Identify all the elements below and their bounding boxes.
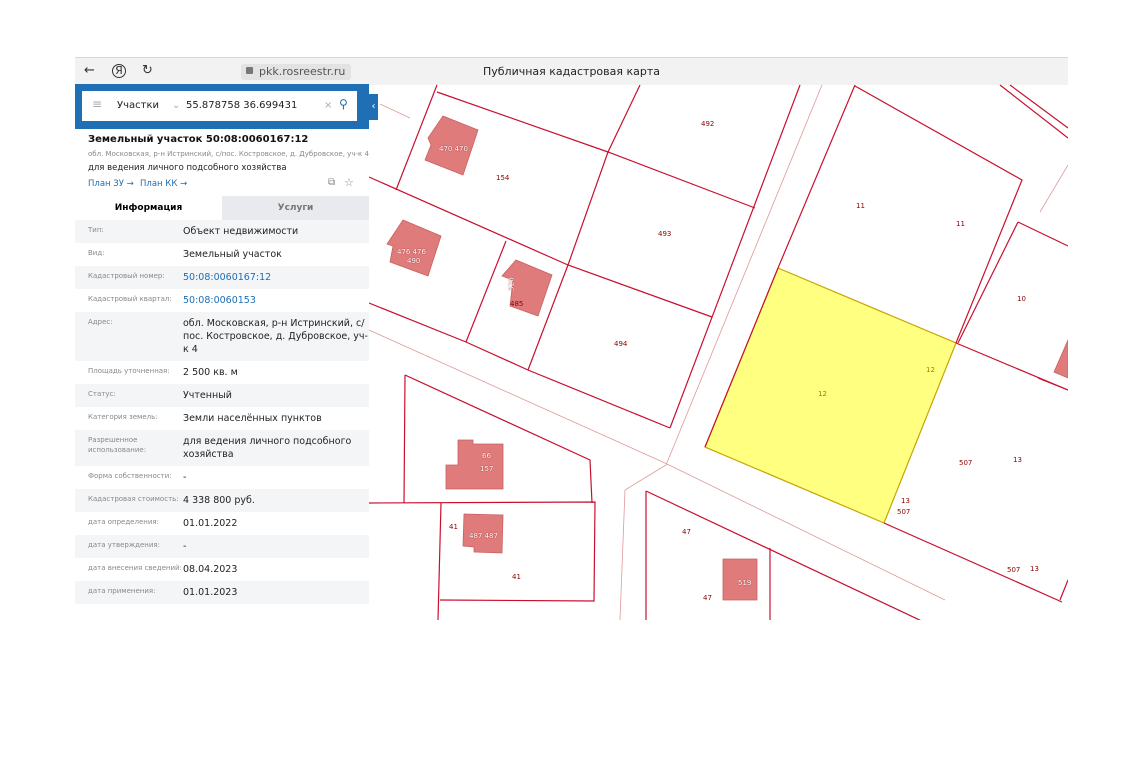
row-value: 08.04.2023 bbox=[183, 564, 238, 575]
info-row: Кадастровый номер: 50:08:0060167:12 bbox=[75, 266, 369, 289]
chevron-down-icon[interactable]: ⌄ bbox=[172, 100, 180, 111]
building-label: 490 bbox=[407, 257, 421, 265]
row-value: 4 338 800 руб. bbox=[183, 495, 255, 506]
object-heading: Земельный участок 50:08:0060167:12 bbox=[88, 134, 309, 145]
row-label: Категория земель: bbox=[88, 413, 158, 421]
row-label: дата применения: bbox=[88, 587, 156, 595]
building-label: 520 bbox=[507, 277, 516, 291]
tab-info[interactable]: Информация bbox=[75, 196, 222, 220]
map-label: 11 bbox=[956, 220, 965, 228]
building-label: 519 bbox=[738, 579, 752, 587]
info-table: Тип: Объект недвижимости Вид: Земельный уча… bbox=[75, 220, 369, 604]
row-value: 2 500 кв. м bbox=[183, 367, 238, 378]
map-label: 154 bbox=[496, 174, 510, 182]
clear-icon[interactable]: × bbox=[324, 100, 332, 111]
info-row: Статус: Учтенный bbox=[75, 384, 369, 407]
row-value: Земельный участок bbox=[183, 249, 282, 260]
row-value[interactable]: 50:08:0060167:12 bbox=[183, 271, 368, 284]
row-label: Форма собственности: bbox=[88, 472, 172, 480]
map-label: 507 bbox=[897, 508, 911, 516]
search-input[interactable]: 55.878758 36.699431 bbox=[186, 100, 297, 111]
info-row: Площадь уточненная: 2 500 кв. м bbox=[75, 361, 369, 384]
browser-toolbar: ← Я ↻ pkk.rosreestr.ru Публичная кадастр… bbox=[75, 57, 1068, 85]
info-row: дата утверждения: - bbox=[75, 535, 369, 558]
row-label: Площадь уточненная: bbox=[88, 367, 170, 375]
building-label: 476 476 bbox=[397, 248, 426, 256]
menu-icon[interactable]: ≡ bbox=[92, 97, 102, 111]
map-label: 13 bbox=[901, 497, 910, 505]
map-label: 11 bbox=[856, 202, 865, 210]
map-label: 507 bbox=[959, 459, 973, 467]
row-value: для ведения личного подсобного хозяйства bbox=[183, 436, 352, 460]
zoom-to-icon[interactable]: ⧉ bbox=[328, 177, 335, 188]
map-label: 47 bbox=[682, 528, 691, 536]
map-label: 12 bbox=[818, 390, 827, 398]
map-label: 13 bbox=[1013, 456, 1022, 464]
row-value: - bbox=[183, 472, 187, 483]
search-bar: ≡ Участки ⌄ 55.878758 36.699431 × ⚲ bbox=[82, 91, 357, 121]
search-icon[interactable]: ⚲ bbox=[339, 97, 348, 111]
row-label: Тип: bbox=[88, 226, 104, 234]
info-row: Тип: Объект недвижимости bbox=[75, 220, 369, 243]
row-value[interactable]: 50:08:0060153 bbox=[183, 294, 368, 307]
category-select[interactable]: Участки bbox=[117, 100, 159, 111]
cadastral-map[interactable]: 492 154 493 494 11 11 10 12 12 507 13 13… bbox=[369, 84, 1068, 620]
row-label: Статус: bbox=[88, 390, 116, 398]
info-row: Кадастровая стоимость: 4 338 800 руб. bbox=[75, 489, 369, 512]
object-address: обл. Московская, р-н Истринский, с/пос. … bbox=[88, 150, 369, 158]
row-value: 01.01.2023 bbox=[183, 587, 238, 598]
row-label: Вид: bbox=[88, 249, 105, 257]
map-label: 494 bbox=[614, 340, 628, 348]
building-label: 470 470 bbox=[439, 145, 468, 153]
building-label: 487 487 bbox=[469, 532, 498, 540]
info-row: Форма собственности: - bbox=[75, 466, 369, 489]
tabs: Информация Услуги bbox=[75, 196, 369, 220]
map-label: 492 bbox=[701, 120, 715, 128]
row-value: Объект недвижимости bbox=[183, 226, 299, 237]
info-row: Адрес: обл. Московская, р-н Истринский, с… bbox=[75, 312, 369, 361]
map-label: 493 bbox=[658, 230, 672, 238]
row-label: дата внесения сведений: bbox=[88, 564, 182, 572]
row-label: Кадастровый номер: bbox=[88, 272, 165, 280]
row-value: Земли населённых пунктов bbox=[183, 413, 322, 424]
info-row: Разрешенное использование: для ведения ли… bbox=[75, 430, 369, 466]
row-label: Адрес: bbox=[88, 318, 113, 326]
row-label: Кадастровая стоимость: bbox=[88, 495, 179, 503]
object-purpose: для ведения личного подсобного хозяйства bbox=[88, 163, 287, 173]
plan-zu-link[interactable]: План ЗУ → bbox=[88, 179, 134, 189]
row-label: дата определения: bbox=[88, 518, 159, 526]
info-row: дата применения: 01.01.2023 bbox=[75, 581, 369, 604]
map-label: 13 bbox=[1030, 565, 1039, 573]
page-title: Публичная кадастровая карта bbox=[482, 65, 661, 78]
row-value: Учтенный bbox=[183, 390, 232, 401]
info-row: Категория земель: Земли населённых пункто… bbox=[75, 407, 369, 430]
row-label: Разрешенное использование: bbox=[88, 436, 147, 454]
map-label: 47 bbox=[703, 594, 712, 602]
tab-services[interactable]: Услуги bbox=[222, 196, 369, 220]
map-label: 41 bbox=[449, 523, 458, 531]
row-value: 01.01.2022 bbox=[183, 518, 238, 529]
info-row: дата внесения сведений: 08.04.2023 bbox=[75, 558, 369, 581]
row-label: Кадастровый квартал: bbox=[88, 295, 172, 303]
row-value: - bbox=[183, 541, 187, 552]
row-value: обл. Московская, р-н Истринский, с/пос. … bbox=[183, 318, 368, 355]
info-panel: ≡ Участки ⌄ 55.878758 36.699431 × ⚲ ‹ Зе… bbox=[75, 84, 378, 620]
plan-kk-link[interactable]: План КК → bbox=[140, 179, 187, 189]
map-label: 41 bbox=[512, 573, 521, 581]
search-header: ≡ Участки ⌄ 55.878758 36.699431 × ⚲ bbox=[75, 84, 369, 129]
map-label: 507 bbox=[1007, 566, 1021, 574]
selected-parcel bbox=[704, 267, 957, 524]
star-icon[interactable]: ☆ bbox=[344, 176, 354, 189]
row-label: дата утверждения: bbox=[88, 541, 160, 549]
buildings bbox=[386, 115, 1068, 601]
building-label: 157 bbox=[480, 465, 494, 473]
info-row: Кадастровый квартал: 50:08:0060153 bbox=[75, 289, 369, 312]
info-row: дата определения: 01.01.2022 bbox=[75, 512, 369, 535]
building-label: 485 bbox=[510, 300, 524, 308]
building-label: 66 bbox=[482, 452, 491, 460]
map-label: 12 bbox=[926, 366, 935, 374]
info-row: Вид: Земельный участок bbox=[75, 243, 369, 266]
map-label: 10 bbox=[1017, 295, 1026, 303]
